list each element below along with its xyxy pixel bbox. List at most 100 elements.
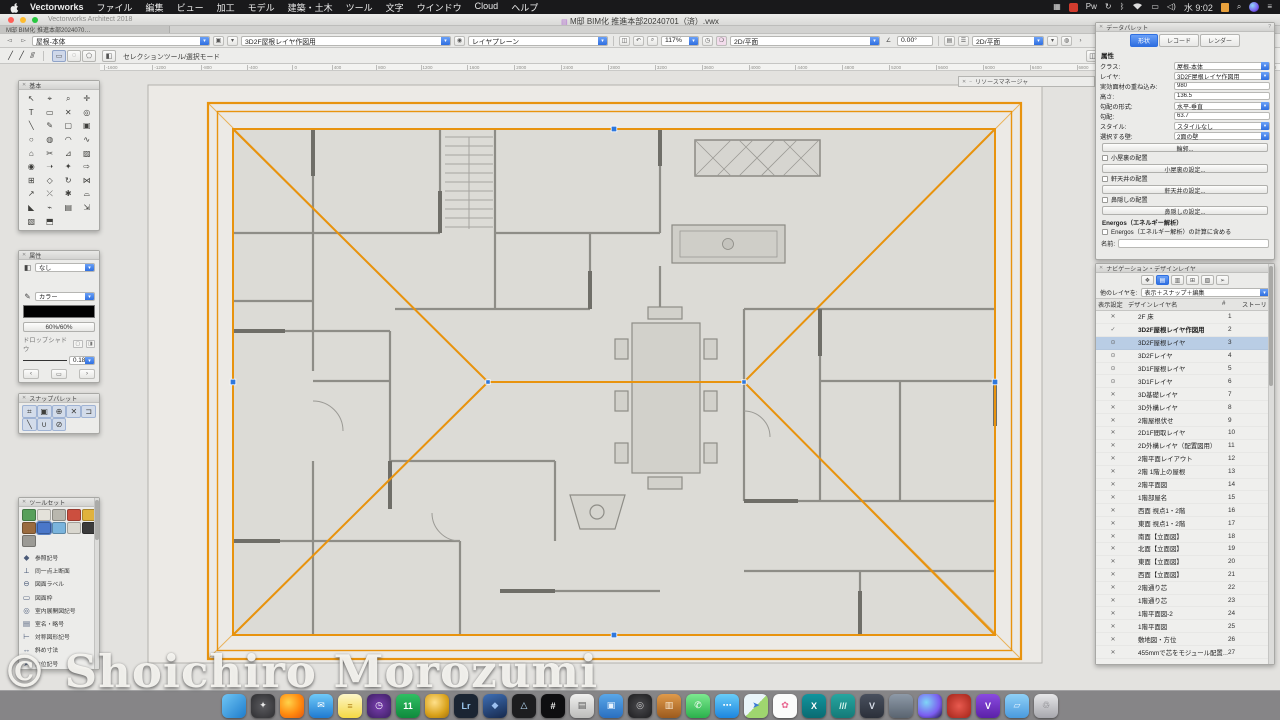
- dock-printer-icon[interactable]: ▤: [570, 694, 594, 718]
- pen-color-swatch[interactable]: [23, 305, 95, 318]
- toolset-category-icon[interactable]: [22, 522, 36, 534]
- dock-lightroom-icon[interactable]: Lr: [454, 694, 478, 718]
- layer-visibility-button[interactable]: ◉: [454, 36, 465, 46]
- layer-row[interactable]: ✕ 南面【立面図】 18: [1096, 530, 1274, 543]
- menu-item[interactable]: ビュー: [177, 1, 204, 14]
- toolset-item[interactable]: ▭ 図面枠: [21, 591, 99, 604]
- toolset-category-icon[interactable]: [52, 522, 66, 534]
- sync-status-icon[interactable]: ↻: [1105, 3, 1112, 11]
- clock-icon[interactable]: ◷: [702, 36, 713, 46]
- dock-blue-doc-icon[interactable]: ▣: [599, 694, 623, 718]
- dock-mail-icon[interactable]: ✉: [309, 694, 333, 718]
- layer-row[interactable]: ✕ 北面【立面図】 19: [1096, 543, 1274, 556]
- oip-settings-button[interactable]: 軒天井の設定...: [1102, 185, 1268, 194]
- navigation-tab-icon[interactable]: ▧: [1201, 275, 1214, 285]
- checkbox[interactable]: [1102, 197, 1108, 203]
- layer-visibility-toggle[interactable]: ✕: [1098, 481, 1128, 488]
- layer-name[interactable]: 2階屋根伏せ: [1128, 416, 1228, 425]
- layer-visibility-toggle[interactable]: ✕: [1098, 313, 1128, 320]
- tool-icon[interactable]: ▨: [78, 146, 97, 160]
- menu-item[interactable]: 建築・土木: [288, 1, 333, 14]
- dock-firefox-icon[interactable]: [280, 694, 304, 718]
- tool-icon[interactable]: ▣: [78, 119, 97, 133]
- oip-settings-button[interactable]: 鼻隠しの設定...: [1102, 206, 1268, 215]
- tool-icon[interactable]: ◉: [22, 160, 41, 174]
- close-icon[interactable]: ✕: [22, 395, 26, 401]
- default-attr-button[interactable]: ▭: [51, 369, 67, 379]
- drag-mode-button[interactable]: ◧: [102, 50, 116, 62]
- layer-row[interactable]: ⊙ 3D1F屋根レイヤ 5: [1096, 363, 1274, 376]
- layer-name[interactable]: 2D外構レイヤ（配置図用）: [1128, 441, 1228, 450]
- dock-finder-icon[interactable]: [222, 694, 246, 718]
- navigation-tab-icon[interactable]: ❖: [1141, 275, 1154, 285]
- layer-row[interactable]: ✕ 2D外構レイヤ（配置図用） 11: [1096, 440, 1274, 453]
- layer-row[interactable]: ✕ 1階平面図-2 24: [1096, 607, 1274, 620]
- dock-messages-icon[interactable]: ⋯: [715, 694, 739, 718]
- navigation-tab-icon[interactable]: ▤: [1156, 275, 1169, 285]
- red-app-status-icon[interactable]: [1069, 3, 1078, 12]
- dock-facetime-icon[interactable]: ✆: [686, 694, 710, 718]
- pen-icon[interactable]: ╱: [16, 51, 27, 61]
- tool-icon[interactable]: ➝: [41, 160, 60, 174]
- tool-icon[interactable]: ⋈: [78, 174, 97, 188]
- tool-icon[interactable]: ✛: [78, 92, 97, 106]
- dock-prism-icon[interactable]: △: [512, 694, 536, 718]
- oip-field-control[interactable]: スタイルなし ▾: [1174, 122, 1270, 131]
- toolset-item[interactable]: ⊖ 図面ラベル: [21, 577, 99, 590]
- dock-trash-icon[interactable]: ♲: [1034, 694, 1058, 718]
- layer-visibility-toggle[interactable]: ✕: [1098, 429, 1128, 436]
- oip-field-control[interactable]: 980 ▾: [1174, 82, 1270, 91]
- tool-icon[interactable]: T: [22, 106, 41, 120]
- dock-hash-icon[interactable]: #: [541, 694, 565, 718]
- wifi-icon[interactable]: [1132, 2, 1143, 12]
- tool-icon[interactable]: ◇: [41, 174, 60, 188]
- layer-visibility-toggle[interactable]: ✕: [1098, 455, 1128, 462]
- drop-shadow-settings[interactable]: ◨: [86, 340, 95, 348]
- column-visibility[interactable]: 表示設定: [1098, 300, 1128, 309]
- oip-checkbox-row[interactable]: 鼻隠しの配置: [1096, 195, 1274, 204]
- object-name-field[interactable]: [1118, 239, 1269, 248]
- layer-name[interactable]: 3D1Fレイヤ: [1128, 377, 1228, 386]
- layer-visibility-toggle[interactable]: ✕: [1098, 494, 1128, 501]
- palette-header[interactable]: ✕ ツールセット: [19, 498, 99, 507]
- layer-name[interactable]: 3D1F屋根レイヤ: [1128, 364, 1228, 373]
- oip-checkbox-row[interactable]: 小屋裏の配置: [1096, 153, 1274, 162]
- snap-toggle-icon[interactable]: ⊘: [52, 418, 67, 431]
- layer-name[interactable]: 1階部屋名: [1128, 493, 1228, 502]
- layer-visibility-toggle[interactable]: ✕: [1098, 610, 1128, 617]
- oip-checkbox-row[interactable]: 軒天井の配置: [1096, 174, 1274, 183]
- layer-row[interactable]: ✓ 3D2F屋根レイヤ作図用 2: [1096, 324, 1274, 337]
- pen-icon[interactable]: ⫻: [27, 51, 38, 61]
- oip-settings-button[interactable]: 小屋裏の設定...: [1102, 164, 1268, 173]
- layer-visibility-toggle[interactable]: ✕: [1098, 442, 1128, 449]
- oip-field-control[interactable]: 3D2F屋根レイヤ作図用 ▾: [1174, 72, 1270, 81]
- layer-name[interactable]: 2D1F間取レイヤ: [1128, 428, 1228, 437]
- layer-name[interactable]: 2階通り芯: [1128, 583, 1228, 592]
- layer-visibility-toggle[interactable]: ✕: [1098, 391, 1128, 398]
- pw-status-icon[interactable]: Pw: [1086, 3, 1097, 11]
- close-icon[interactable]: ✕: [962, 79, 966, 85]
- layer-visibility-toggle[interactable]: ✕: [1098, 468, 1128, 475]
- toolset-category-icon[interactable]: [52, 509, 66, 521]
- layer-name[interactable]: 3D2F屋根レイヤ: [1128, 338, 1228, 347]
- layer-visibility-toggle[interactable]: ⊙: [1098, 339, 1128, 346]
- layer-row[interactable]: ✕ 2F 床 1: [1096, 311, 1274, 324]
- next-attr-button[interactable]: ›: [79, 369, 95, 379]
- dock-app-icon[interactable]: [889, 694, 913, 718]
- back-button[interactable]: ◅: [4, 36, 15, 46]
- layer-visibility-toggle[interactable]: ✕: [1098, 520, 1128, 527]
- palette-header[interactable]: ✕ ナビゲーション・デザインレイヤ ?: [1096, 264, 1274, 273]
- help-icon[interactable]: ?: [1268, 24, 1271, 30]
- tool-icon[interactable]: ✦: [59, 160, 78, 174]
- document-status-icon[interactable]: [1221, 3, 1229, 12]
- tool-icon[interactable]: ↻: [59, 174, 78, 188]
- snap-toggle-icon[interactable]: ╲: [22, 418, 37, 431]
- close-icon[interactable]: ✕: [22, 499, 26, 505]
- layer-row[interactable]: ✕ 2階 1階上の屋根 13: [1096, 466, 1274, 479]
- toolset-category-icon[interactable]: [37, 522, 51, 534]
- tool-icon[interactable]: ⇲: [78, 201, 97, 215]
- menu-item[interactable]: Cloud: [475, 1, 499, 14]
- oip-field-control[interactable]: 63.7 ▾: [1174, 112, 1270, 121]
- layer-name[interactable]: 敷地図・方位: [1128, 635, 1228, 644]
- snap-toggle-icon[interactable]: ✕: [66, 405, 81, 418]
